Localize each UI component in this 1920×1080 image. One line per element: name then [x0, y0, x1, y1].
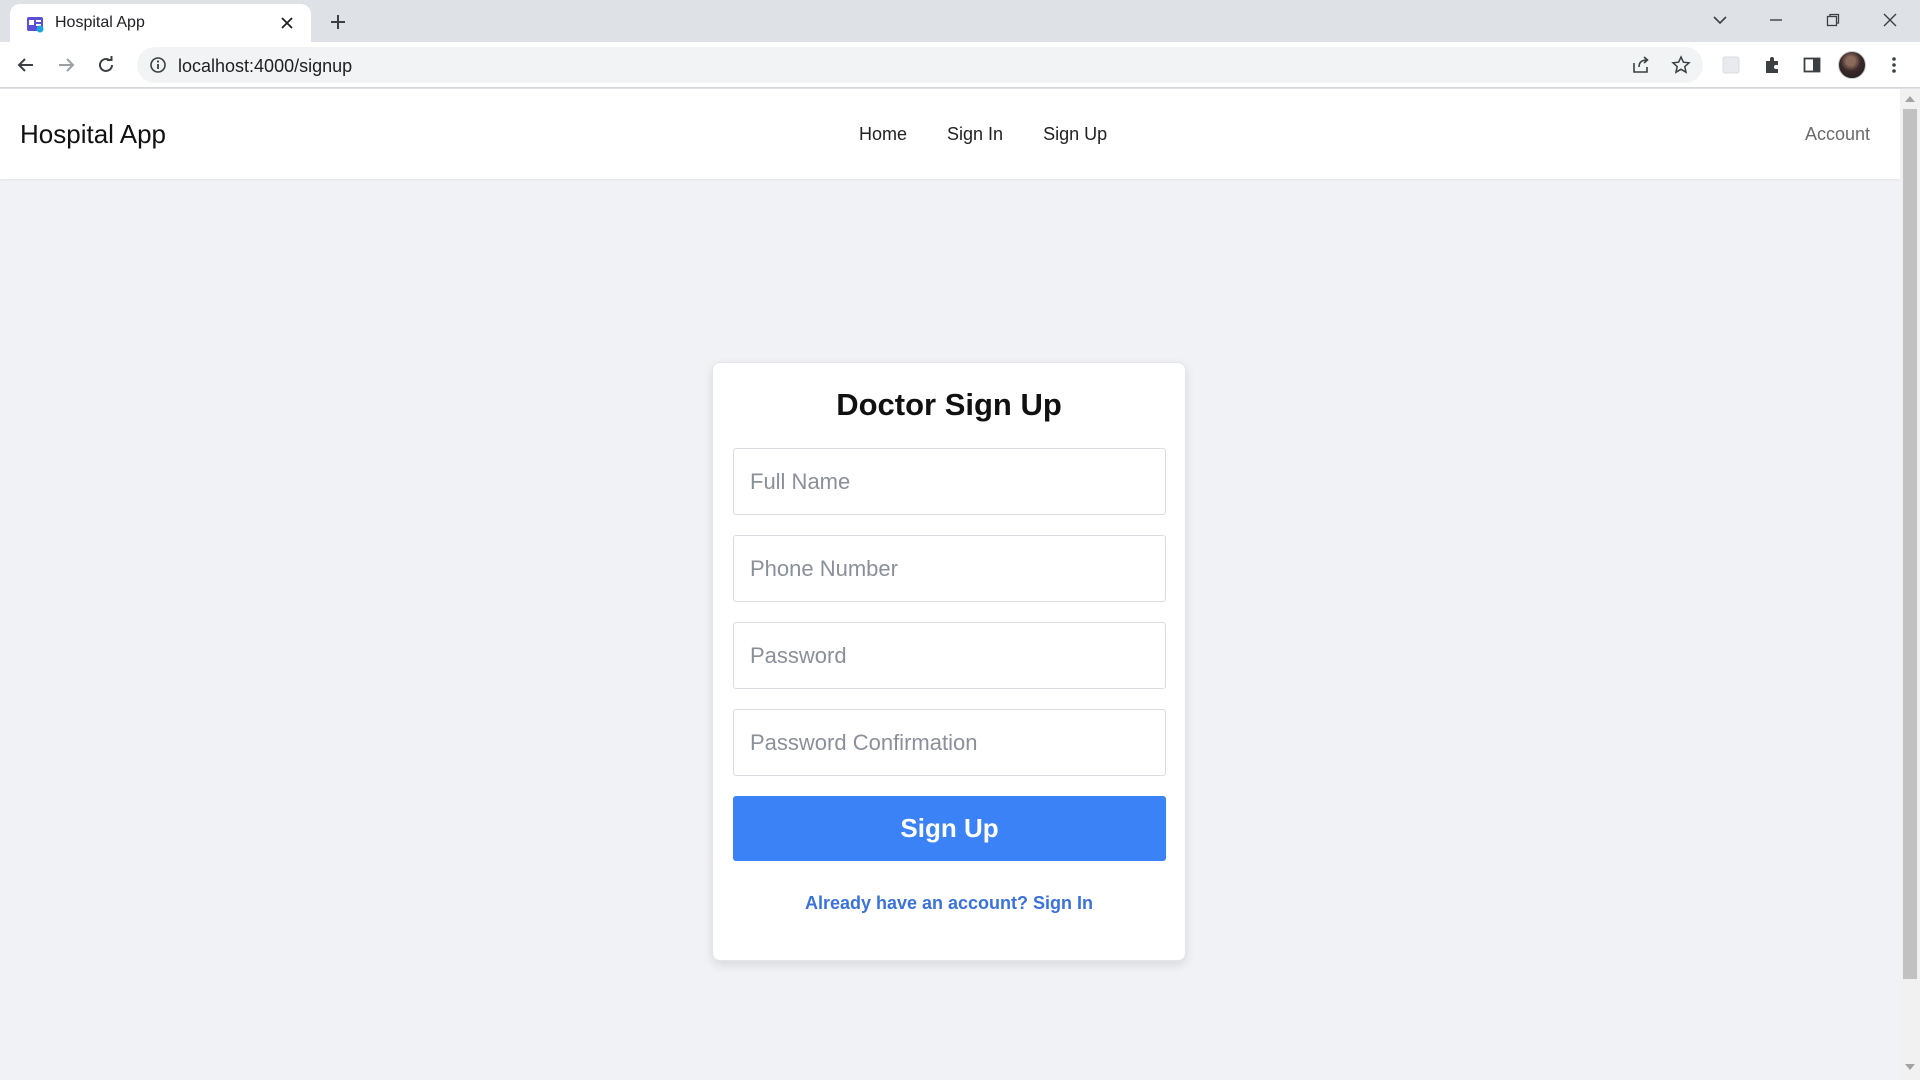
scroll-down-arrow-icon[interactable]	[1905, 1064, 1915, 1070]
signup-card: Doctor Sign Up Sign Up Already have an a…	[712, 362, 1186, 961]
close-window-icon[interactable]	[1862, 0, 1918, 40]
page-viewport: Hospital App Home Sign In Sign Up Accoun…	[0, 89, 1920, 1080]
extensions-puzzle-icon[interactable]	[1756, 49, 1788, 81]
forward-icon[interactable]	[50, 49, 82, 81]
browser-tab[interactable]: Hospital App	[10, 4, 311, 42]
nav-signup-link[interactable]: Sign Up	[1043, 124, 1107, 145]
share-icon[interactable]	[1627, 51, 1655, 79]
profile-avatar[interactable]	[1838, 51, 1866, 79]
back-icon[interactable]	[10, 49, 42, 81]
tab-search-icon[interactable]	[1692, 0, 1748, 40]
url-text: localhost:4000/signup	[178, 56, 353, 76]
password-input[interactable]	[733, 622, 1166, 689]
minimize-icon[interactable]	[1748, 0, 1804, 40]
restore-icon[interactable]	[1805, 0, 1861, 40]
nav-home-link[interactable]: Home	[859, 124, 907, 145]
extension-icon[interactable]	[1715, 49, 1747, 81]
account-link[interactable]: Account	[1805, 124, 1870, 145]
form-title: Doctor Sign Up	[836, 387, 1062, 422]
tab-title: Hospital App	[55, 14, 145, 31]
phone-number-input[interactable]	[733, 535, 1166, 602]
password-confirmation-input[interactable]	[733, 709, 1166, 776]
browser-menu-icon[interactable]	[1878, 49, 1910, 81]
new-tab-icon[interactable]	[324, 8, 352, 36]
site-info-icon[interactable]	[149, 56, 167, 74]
scroll-up-arrow-icon[interactable]	[1905, 96, 1915, 102]
full-name-input[interactable]	[733, 448, 1166, 515]
side-panel-icon[interactable]	[1796, 49, 1828, 81]
app-navbar: Hospital App Home Sign In Sign Up Accoun…	[0, 89, 1900, 179]
browser-toolbar: localhost:4000/signup	[0, 42, 1920, 88]
bookmark-star-icon[interactable]	[1667, 51, 1695, 79]
reload-icon[interactable]	[90, 49, 122, 81]
brand-logo-text[interactable]: Hospital App	[20, 119, 166, 150]
page-scrollbar[interactable]	[1900, 89, 1920, 1080]
nav-signin-link[interactable]: Sign In	[947, 124, 1003, 145]
browser-tabstrip: Hospital App	[0, 0, 1920, 42]
signup-submit-button[interactable]: Sign Up	[733, 796, 1166, 861]
address-bar[interactable]: localhost:4000/signup	[137, 47, 1703, 83]
scroll-thumb[interactable]	[1903, 109, 1917, 979]
app-favicon-icon	[27, 17, 44, 33]
tab-close-icon[interactable]	[275, 11, 299, 35]
nav-links: Home Sign In Sign Up	[859, 124, 1107, 145]
signin-prompt-link[interactable]: Already have an account? Sign In	[713, 893, 1185, 914]
